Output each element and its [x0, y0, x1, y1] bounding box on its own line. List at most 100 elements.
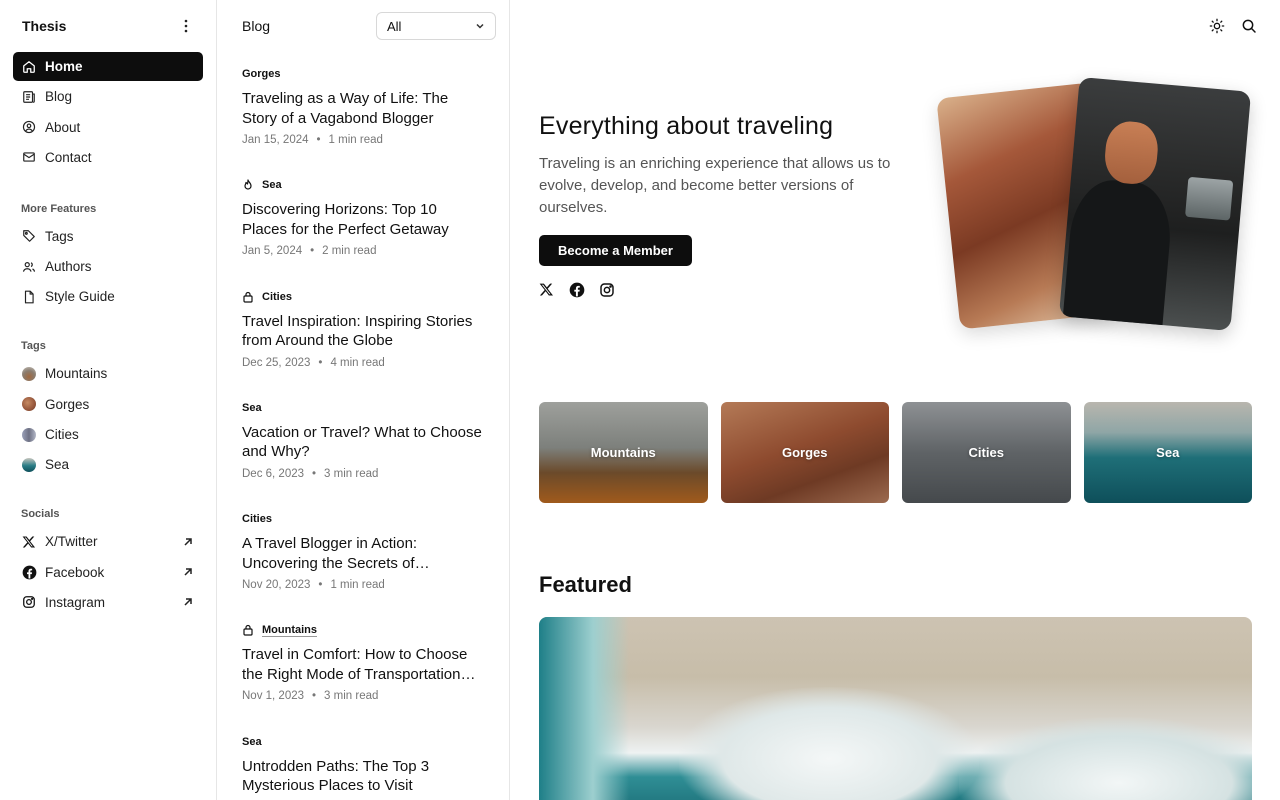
- external-link-icon: [181, 565, 195, 579]
- category-card-gorges[interactable]: Gorges: [720, 402, 889, 503]
- post-title[interactable]: Travel Inspiration: Inspiring Stories fr…: [242, 312, 485, 351]
- external-link-icon: [181, 595, 195, 609]
- blog-list-title: Blog: [242, 18, 271, 34]
- become-member-button[interactable]: Become a Member: [539, 235, 692, 266]
- post-read-time: 3 min read: [324, 467, 379, 480]
- brand-row: Thesis: [13, 0, 203, 52]
- post-date: Jan 5, 2024: [242, 245, 303, 258]
- post-title[interactable]: Traveling as a Way of Life: The Story of…: [242, 89, 485, 128]
- hero-socials: [539, 282, 615, 298]
- social-link-twitter[interactable]: X/Twitter: [13, 527, 203, 556]
- hero-description: Traveling is an enriching experience tha…: [539, 155, 891, 216]
- post-tag[interactable]: Gorges: [242, 67, 485, 81]
- post-date: Jan 15, 2024: [242, 134, 309, 146]
- post-date: Nov 1, 2023: [242, 690, 305, 703]
- tag-thumb-sea: [22, 457, 36, 472]
- post-tag[interactable]: Sea: [242, 401, 485, 415]
- post-tag[interactable]: Sea: [242, 178, 485, 192]
- main-content: Everything about traveling Traveling is …: [511, 0, 1280, 800]
- tag-label-sea: Sea: [45, 457, 70, 473]
- tag-thumb-gorges: [22, 397, 36, 412]
- lock-icon: [242, 624, 254, 637]
- post-title[interactable]: Vacation or Travel? What to Choose and W…: [242, 423, 485, 462]
- nav-item-blog[interactable]: Blog: [13, 82, 203, 111]
- hero-title: Everything about traveling: [539, 112, 834, 140]
- post-tag[interactable]: Cities: [242, 512, 485, 526]
- nav-label-tags: Tags: [45, 228, 74, 244]
- tag-icon: [21, 228, 37, 244]
- more-features-heading: More Features: [21, 202, 97, 215]
- post-date: Dec 6, 2023: [242, 467, 305, 480]
- post-read-time: 3 min read: [324, 690, 379, 703]
- post-item[interactable]: Gorges Traveling as a Way of Life: The S…: [218, 52, 509, 163]
- post-item[interactable]: Cities Travel Inspiration: Inspiring Sto…: [218, 275, 509, 386]
- tag-label-gorges: Gorges: [45, 396, 90, 412]
- post-tag[interactable]: Sea: [242, 735, 485, 749]
- file-icon: [21, 289, 37, 305]
- category-label: Cities: [968, 445, 1004, 460]
- blog-list-panel: Blog All Gorges Traveling as a Way of Li…: [218, 0, 510, 800]
- nav-item-tags[interactable]: Tags: [13, 222, 203, 251]
- post-item[interactable]: Sea Discovering Horizons: Top 10 Places …: [218, 163, 509, 274]
- theme-toggle-sun-icon[interactable]: [1208, 17, 1226, 35]
- post-meta: Jan 5, 2024 • 2 min read: [242, 245, 377, 258]
- tag-item-gorges[interactable]: Gorges: [13, 390, 203, 419]
- x-icon[interactable]: [539, 282, 555, 298]
- post-title[interactable]: A Travel Blogger in Action: Uncovering t…: [242, 534, 485, 573]
- main-nav: Home Blog About Contact: [13, 52, 203, 172]
- nav-label-contact: Contact: [45, 149, 92, 165]
- lock-icon: [242, 291, 254, 303]
- search-icon[interactable]: [1240, 17, 1258, 35]
- tag-item-mountains[interactable]: Mountains: [13, 359, 203, 388]
- sidebar: Thesis Home Blog About Contact More Feat…: [0, 0, 217, 800]
- nav-label-style-guide: Style Guide: [45, 289, 115, 305]
- category-card-mountains[interactable]: Mountains: [539, 402, 708, 503]
- nav-item-about[interactable]: About: [13, 113, 203, 142]
- post-item[interactable]: Sea Vacation or Travel? What to Choose a…: [218, 386, 509, 497]
- post-read-time: 1 min read: [328, 134, 383, 146]
- social-link-instagram[interactable]: Instagram: [13, 588, 203, 617]
- more-options-icon[interactable]: [177, 17, 195, 35]
- post-item[interactable]: Mountains Travel in Comfort: How to Choo…: [218, 608, 509, 719]
- socials-heading: Socials: [21, 508, 60, 521]
- tag-filter-select[interactable]: All: [376, 12, 496, 40]
- top-toolbar: [1208, 17, 1258, 35]
- post-title[interactable]: Untrodden Paths: The Top 3 Mysterious Pl…: [242, 757, 485, 796]
- post-item[interactable]: Sea Untrodden Paths: The Top 3 Mysteriou…: [218, 720, 509, 800]
- instagram-icon[interactable]: [599, 282, 615, 298]
- nav-item-contact[interactable]: Contact: [13, 143, 203, 172]
- post-tag[interactable]: Mountains: [242, 623, 485, 637]
- nav-label-about: About: [45, 119, 81, 135]
- user-circle-icon: [21, 119, 37, 135]
- category-cards: Mountains Gorges Cities Sea: [539, 402, 1252, 503]
- category-card-sea[interactable]: Sea: [1083, 402, 1252, 503]
- post-title[interactable]: Travel in Comfort: How to Choose the Rig…: [242, 645, 485, 684]
- nav-item-authors[interactable]: Authors: [13, 252, 203, 281]
- category-card-cities[interactable]: Cities: [902, 402, 1071, 503]
- newspaper-icon: [21, 89, 37, 105]
- chevron-down-icon: [475, 19, 485, 34]
- post-meta: Nov 20, 2023 • 1 min read: [242, 579, 385, 592]
- social-label-twitter: X/Twitter: [45, 534, 98, 550]
- tag-label-cities: Cities: [45, 427, 79, 443]
- tag-item-cities[interactable]: Cities: [13, 420, 203, 449]
- post-tag[interactable]: Cities: [242, 290, 485, 304]
- post-item[interactable]: Cities A Travel Blogger in Action: Uncov…: [218, 497, 509, 608]
- nav-item-style-guide[interactable]: Style Guide: [13, 282, 203, 311]
- post-title[interactable]: Discovering Horizons: Top 10 Places for …: [242, 200, 485, 239]
- social-label-facebook: Facebook: [45, 564, 105, 580]
- post-read-time: 4 min read: [330, 356, 385, 369]
- brand-name[interactable]: Thesis: [22, 18, 66, 34]
- post-read-time: 1 min read: [330, 579, 385, 592]
- tag-thumb-cities: [22, 427, 36, 442]
- featured-post-image[interactable]: [539, 617, 1252, 800]
- blog-list-header: Blog All: [218, 0, 509, 52]
- social-label-instagram: Instagram: [45, 594, 106, 610]
- nav-item-home[interactable]: Home: [13, 52, 203, 81]
- facebook-icon[interactable]: [569, 282, 585, 298]
- users-icon: [21, 259, 37, 275]
- tag-item-sea[interactable]: Sea: [13, 450, 203, 479]
- social-link-facebook[interactable]: Facebook: [13, 558, 203, 587]
- nav-label-blog: Blog: [45, 89, 73, 105]
- flame-icon: [242, 179, 254, 191]
